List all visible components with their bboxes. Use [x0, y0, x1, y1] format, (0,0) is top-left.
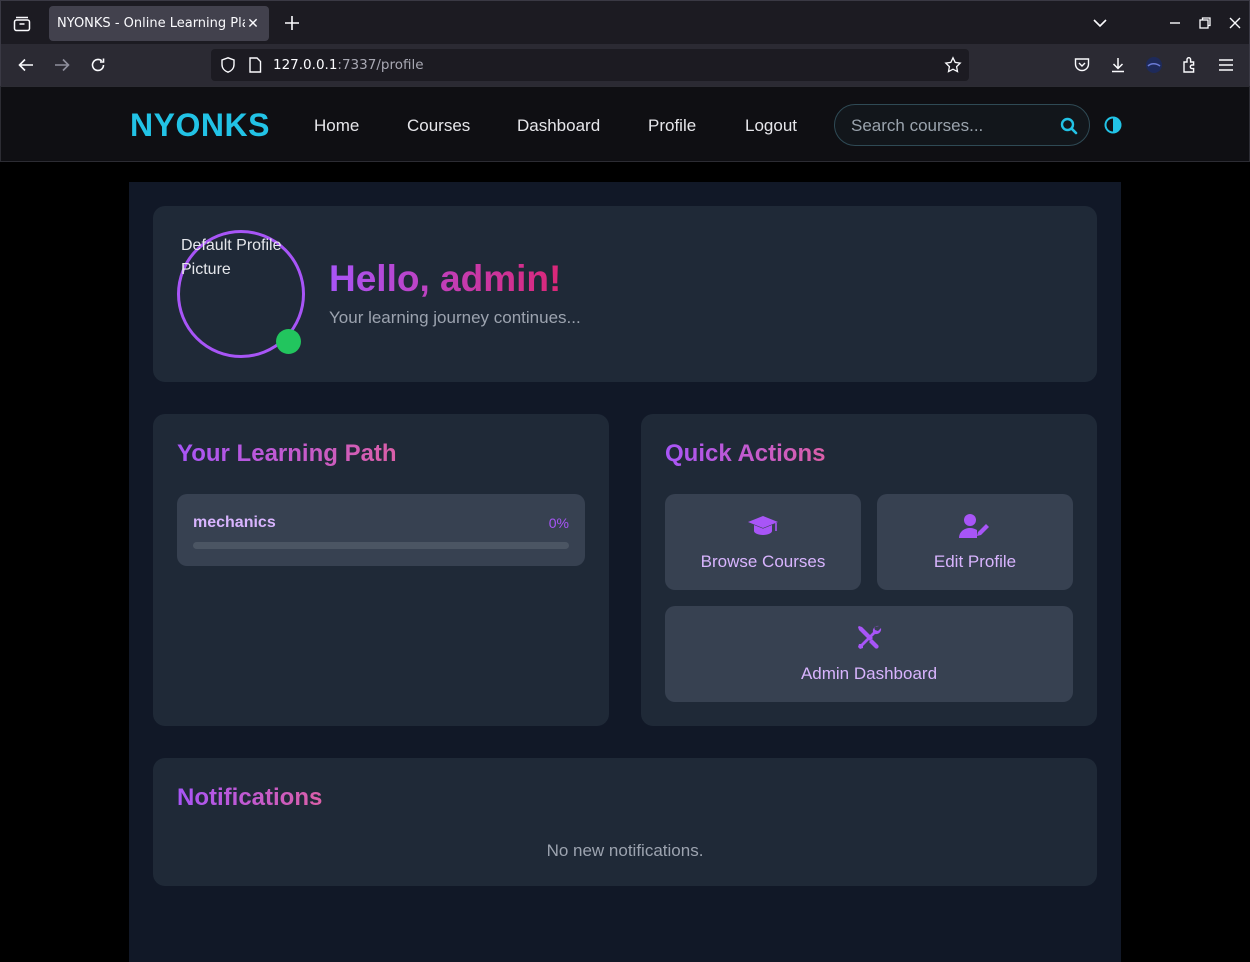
- search-input[interactable]: Search courses...: [851, 116, 983, 136]
- forward-icon[interactable]: [51, 54, 73, 76]
- admin-dashboard-label: Admin Dashboard: [800, 664, 938, 683]
- url-bar[interactable]: 127.0.0.1:7337/profile: [211, 49, 969, 81]
- browse-courses-label: Browse Courses: [700, 552, 826, 571]
- edit-profile-button[interactable]: Edit Profile: [877, 494, 1073, 590]
- notifications-empty-text: No new notifications.: [546, 841, 704, 860]
- course-progress-item[interactable]: mechanics 0%: [177, 494, 585, 566]
- downloads-icon[interactable]: [1107, 54, 1129, 76]
- reload-icon[interactable]: [87, 54, 109, 76]
- site-header: NYONKS Home Courses Dashboard Profile Lo…: [0, 86, 1250, 162]
- online-status-dot: [276, 329, 301, 354]
- back-icon[interactable]: [15, 54, 37, 76]
- bookmark-star-icon[interactable]: [944, 56, 962, 74]
- quick-actions-title: Quick Actions: [665, 440, 826, 467]
- search-box[interactable]: Search courses...: [834, 104, 1090, 146]
- edit-profile-label: Edit Profile: [933, 552, 1017, 571]
- nav-home[interactable]: Home: [314, 116, 359, 136]
- user-edit-icon: [959, 512, 991, 540]
- nav-logout[interactable]: Logout: [745, 116, 797, 136]
- notifications-card: Notifications No new notifications.: [153, 758, 1097, 886]
- browse-courses-button[interactable]: Browse Courses: [665, 494, 861, 590]
- menu-icon[interactable]: [1215, 54, 1237, 76]
- avatar-alt-text: Default Profile Picture: [181, 237, 282, 278]
- course-progress-bar: [193, 542, 569, 549]
- nav-profile[interactable]: Profile: [648, 116, 696, 136]
- theme-toggle-icon[interactable]: [1104, 116, 1122, 134]
- account-avatar-icon[interactable]: [1143, 54, 1165, 76]
- url-text: 127.0.0.1:7337/profile: [273, 57, 424, 73]
- profile-header-card: Default Profile Picture Hello, admin! Yo…: [153, 206, 1097, 382]
- pocket-icon[interactable]: [1071, 54, 1093, 76]
- new-tab-icon[interactable]: [282, 13, 302, 33]
- greeting-subtitle: Your learning journey continues...: [329, 308, 581, 327]
- shield-icon[interactable]: [219, 56, 237, 74]
- nav-dashboard[interactable]: Dashboard: [517, 116, 600, 136]
- quick-actions-card: Quick Actions Browse Courses Edit Profil…: [641, 414, 1097, 726]
- search-icon[interactable]: [1059, 116, 1079, 136]
- url-host: 127.0.0.1: [273, 57, 338, 73]
- course-progress-percent: 0%: [548, 515, 569, 531]
- learning-path-title: Your Learning Path: [177, 440, 397, 467]
- profile-page: Default Profile Picture Hello, admin! Yo…: [129, 182, 1121, 962]
- browser-tab-active[interactable]: NYONKS - Online Learning Platform ✕: [49, 6, 269, 41]
- course-name: mechanics: [193, 514, 276, 531]
- greeting-heading: Hello, admin!: [329, 258, 562, 299]
- browser-toolbar: 127.0.0.1:7337/profile: [0, 44, 1250, 86]
- url-path: :7337/profile: [337, 57, 424, 73]
- close-window-icon[interactable]: [1225, 13, 1245, 33]
- tab-overflow-chevron-icon[interactable]: [1090, 13, 1110, 33]
- nav-courses[interactable]: Courses: [407, 116, 470, 136]
- page-info-icon[interactable]: [246, 56, 264, 74]
- tools-icon: [853, 624, 885, 652]
- admin-dashboard-button[interactable]: Admin Dashboard: [665, 606, 1073, 702]
- restore-icon[interactable]: [1195, 13, 1215, 33]
- tab-title: NYONKS - Online Learning Platform: [57, 16, 245, 31]
- notifications-title: Notifications: [177, 784, 323, 811]
- browser-tab-bar: NYONKS - Online Learning Platform ✕: [0, 0, 1250, 44]
- tab-list-icon[interactable]: [11, 13, 33, 35]
- graduation-cap-icon: [747, 512, 779, 540]
- minimize-icon[interactable]: [1165, 13, 1185, 33]
- learning-path-card: Your Learning Path mechanics 0%: [153, 414, 609, 726]
- site-logo[interactable]: NYONKS: [130, 107, 270, 144]
- extensions-icon[interactable]: [1179, 54, 1201, 76]
- tab-close-icon[interactable]: ✕: [245, 14, 261, 32]
